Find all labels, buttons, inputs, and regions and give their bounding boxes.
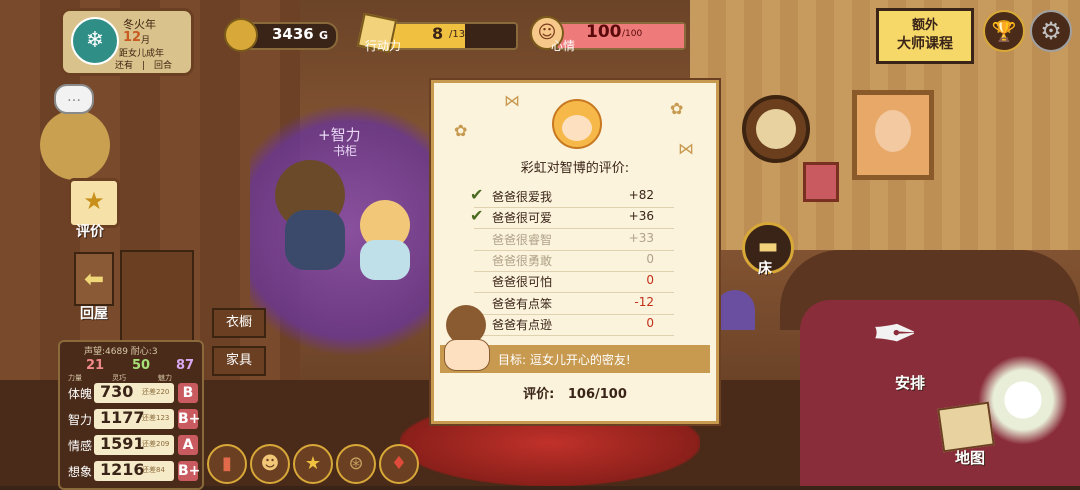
month-unit: 月: [141, 36, 151, 46]
season-badge: ❄ 冬火年 12 月 距女儿成年 还有 | 回合: [60, 8, 194, 76]
arrange-label: 安排: [895, 374, 926, 392]
evaluation-row: 爸爸很勇敢 0: [474, 250, 674, 272]
chat-bubble-icon[interactable]: …: [54, 84, 94, 114]
bed-label: 床: [758, 261, 772, 277]
map-label: 地图: [955, 449, 986, 467]
stat-row-imagination: 想象 1216 还差84 B+: [68, 460, 201, 481]
evaluation-value: 0: [646, 273, 654, 288]
evaluation-value: -12: [634, 294, 654, 309]
table-lamp: [715, 290, 755, 330]
extra-master-course-button[interactable]: 额外 大师课程: [876, 8, 974, 64]
evaluation-label: 爸爸很可爱: [492, 211, 553, 226]
quill-icon: ✒: [871, 302, 919, 367]
evaluation-row: 爸爸很可怕 0: [474, 271, 674, 294]
grade-badge: B: [178, 383, 198, 403]
evaluation-value: +36: [628, 209, 654, 224]
evaluation-label: 爸爸有点逊: [492, 317, 553, 332]
star-icon: ★: [83, 187, 105, 215]
bag-icon[interactable]: ⊛: [336, 444, 376, 484]
evaluation-value: +33: [628, 230, 654, 245]
action-label: 行动力: [365, 39, 402, 53]
evaluation-title: 彩虹对智博的评价:: [520, 161, 630, 176]
arrow-left-icon: ⬅: [83, 265, 105, 293]
evaluation-value: 0: [646, 251, 654, 266]
bow-icon: ⋈: [504, 91, 520, 110]
evaluation-row: 爸爸有点逊 0: [474, 314, 674, 336]
mood-value: 100: [586, 22, 622, 42]
arrange-button[interactable]: ✒: [868, 295, 922, 375]
evaluation-label: 爸爸很爱我: [492, 190, 553, 204]
portrait-icon[interactable]: ☻: [250, 444, 290, 484]
star-icon[interactable]: ★: [293, 444, 333, 484]
bed-icon: ▬: [757, 234, 779, 259]
back-room-button[interactable]: ⬅: [74, 252, 114, 306]
globe: [40, 110, 110, 180]
month-number: 12: [123, 30, 142, 45]
father-portrait: [440, 305, 490, 371]
gold-amount: 3436 G: [272, 25, 329, 43]
stat-row-intelligence: 智力 1177 还差123 B+: [68, 408, 201, 429]
charm-value: 87: [176, 358, 195, 373]
evaluation-row: 爸爸很睿智 +33: [474, 229, 674, 251]
portrait-frame: [852, 90, 934, 180]
evaluation-panel: ⋈ ✿ ✿ ⋈ 彩虹对智博的评价: ✔ 爸爸很爱我 +82 ✔ 爸爸很可爱 +36 爸爸很睿…: [431, 80, 719, 424]
evaluation-label: 爸爸很睿智: [492, 232, 553, 247]
evaluation-label: 评价: [76, 224, 104, 240]
extra-label-1: 额外: [911, 18, 938, 33]
strength-value: 21: [86, 358, 105, 373]
trophy-icon[interactable]: 🏆: [983, 10, 1025, 52]
score-value: 106/100: [567, 387, 627, 402]
furniture-sign[interactable]: 家具: [212, 346, 266, 376]
floating-object-label: 书柜: [333, 144, 358, 158]
rounds-label: 还有 | 回合: [115, 61, 173, 71]
back-room-label: 回屋: [80, 306, 108, 322]
evaluation-row: 爸爸有点笨 -12: [474, 293, 674, 315]
dexterity-value: 50: [132, 358, 151, 373]
evaluation-value: 0: [646, 315, 654, 330]
extra-label-2: 大师课程: [897, 36, 953, 52]
checkmark-icon: ✔: [470, 206, 484, 226]
grade-badge: A: [178, 435, 198, 455]
wall-clock: [742, 95, 810, 163]
snowflake-icon: ❄: [71, 17, 119, 65]
grade-badge: B+: [178, 409, 201, 429]
flower-icon: ✿: [670, 99, 684, 118]
stat-row-emotion: 情感 1591 还差209 A: [64, 434, 198, 456]
chart-icon[interactable]: ▮: [207, 444, 247, 484]
card-icon[interactable]: ♦: [379, 444, 419, 484]
action-max: /13: [449, 29, 466, 40]
score: 评价: 106/100: [434, 383, 716, 402]
wardrobe-sign[interactable]: 衣橱: [212, 308, 266, 338]
reputation-text: 声望:4689 耐心:3: [84, 347, 158, 357]
evaluation-label: 爸爸有点笨: [492, 296, 553, 311]
daughter-portrait: [552, 99, 602, 149]
score-label: 评价:: [523, 387, 555, 402]
gold-unit: G: [318, 29, 329, 42]
small-frame: [803, 162, 839, 202]
mood-max: /100: [622, 29, 643, 39]
stat-row-physique: 体魄 730 还差220 B: [64, 382, 198, 404]
evaluation-label: 爸爸很勇敢: [492, 253, 553, 268]
goal-text: 目标: 逗女儿开心的密友!: [498, 353, 631, 367]
grade-badge: B+: [178, 461, 201, 481]
coin-icon: [224, 18, 258, 52]
evaluation-row: ✔ 爸爸很可爱 +36: [470, 206, 674, 230]
evaluation-row: ✔ 爸爸很爱我 +82: [470, 185, 674, 208]
gear-icon[interactable]: ⚙: [1030, 10, 1072, 52]
stats-panel: 声望:4689 耐心:3 21 力量 50 灵巧 87 魅力 体魄 730 还差…: [58, 340, 204, 490]
action-value: 8: [432, 24, 444, 43]
bow-icon: ⋈: [678, 139, 694, 158]
evaluation-value: +82: [628, 188, 654, 202]
characters: [265, 150, 415, 280]
flower-icon: ✿: [454, 121, 468, 140]
map-icon[interactable]: [937, 401, 995, 453]
evaluation-label: 爸爸很可怕: [492, 275, 553, 290]
mood-label: 心情: [551, 39, 576, 53]
checkmark-icon: ✔: [470, 185, 484, 204]
